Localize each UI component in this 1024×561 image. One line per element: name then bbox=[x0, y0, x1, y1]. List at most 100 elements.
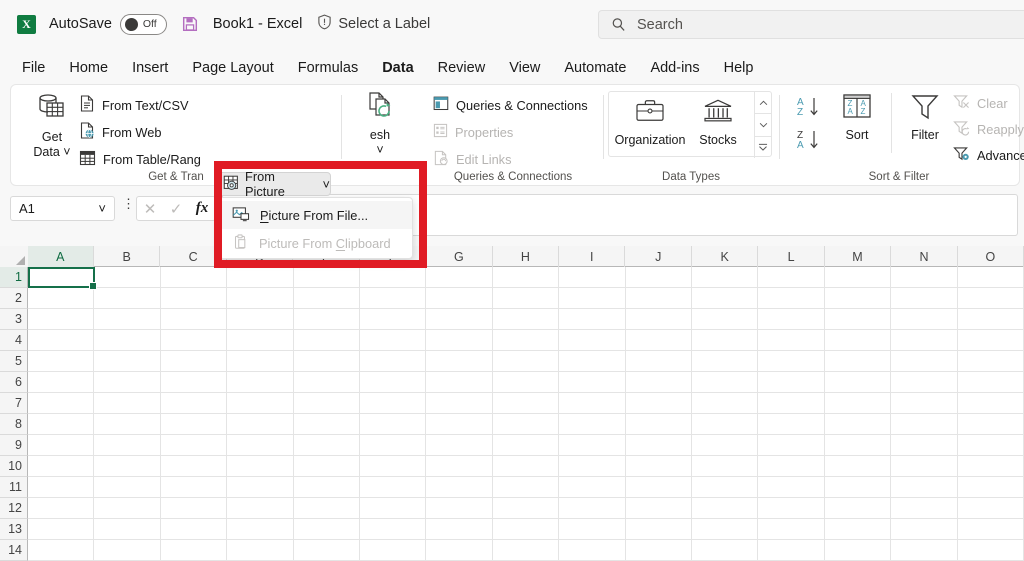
cell-M2[interactable] bbox=[824, 288, 892, 309]
cell-N14[interactable] bbox=[891, 540, 958, 561]
name-box[interactable]: A1 ˅ bbox=[10, 196, 115, 221]
cell-E14[interactable] bbox=[293, 540, 361, 561]
cell-E5[interactable] bbox=[293, 351, 361, 372]
column-header-m[interactable]: M bbox=[825, 246, 892, 267]
refresh-all-button[interactable]: esh ˅ bbox=[351, 91, 409, 158]
row-header-9[interactable]: 9 bbox=[0, 435, 28, 456]
row-header-11[interactable]: 11 bbox=[0, 477, 28, 498]
gallery-scroll-up-button[interactable] bbox=[755, 92, 771, 115]
cell-F11[interactable] bbox=[360, 477, 427, 498]
data-type-stocks[interactable]: Stocks bbox=[685, 98, 751, 147]
cell-F1[interactable] bbox=[360, 267, 427, 288]
cancel-icon[interactable]: ✕ bbox=[144, 200, 157, 218]
document-title[interactable]: Book1 - Excel bbox=[213, 16, 302, 32]
cell-L1[interactable] bbox=[758, 267, 825, 288]
cell-E4[interactable] bbox=[293, 330, 361, 351]
menu-item-picture-from-file[interactable]: Picture From File... bbox=[220, 201, 412, 229]
cell-K2[interactable] bbox=[692, 288, 759, 309]
cell-J3[interactable] bbox=[625, 309, 693, 330]
from-web-button[interactable]: From Web bbox=[79, 121, 162, 143]
cell-A7[interactable] bbox=[28, 393, 95, 414]
cell-H8[interactable] bbox=[492, 414, 560, 435]
row-header-13[interactable]: 13 bbox=[0, 519, 28, 540]
cell-M3[interactable] bbox=[824, 309, 892, 330]
cell-B12[interactable] bbox=[94, 498, 161, 519]
cell-I4[interactable] bbox=[559, 330, 626, 351]
cell-E10[interactable] bbox=[293, 456, 361, 477]
cell-K11[interactable] bbox=[692, 477, 759, 498]
gallery-more-button[interactable] bbox=[755, 137, 771, 158]
cell-I14[interactable] bbox=[559, 540, 626, 561]
cell-O9[interactable] bbox=[957, 435, 1024, 456]
cell-O5[interactable] bbox=[957, 351, 1024, 372]
cell-D14[interactable] bbox=[227, 540, 294, 561]
cell-C11[interactable] bbox=[160, 477, 228, 498]
cell-I1[interactable] bbox=[559, 267, 626, 288]
column-header-g[interactable]: G bbox=[426, 246, 493, 267]
cell-G12[interactable] bbox=[426, 498, 493, 519]
cell-J6[interactable] bbox=[625, 372, 693, 393]
cell-L7[interactable] bbox=[758, 393, 825, 414]
column-header-j[interactable]: J bbox=[625, 246, 692, 267]
cell-B6[interactable] bbox=[94, 372, 161, 393]
cell-L11[interactable] bbox=[758, 477, 825, 498]
row-header-6[interactable]: 6 bbox=[0, 372, 28, 393]
row-header-5[interactable]: 5 bbox=[0, 351, 28, 372]
cell-B13[interactable] bbox=[94, 519, 161, 540]
cell-F8[interactable] bbox=[360, 414, 427, 435]
cell-M8[interactable] bbox=[824, 414, 892, 435]
cell-F13[interactable] bbox=[360, 519, 427, 540]
cell-G14[interactable] bbox=[426, 540, 493, 561]
cell-O10[interactable] bbox=[957, 456, 1024, 477]
column-header-k[interactable]: K bbox=[692, 246, 759, 267]
row-header-14[interactable]: 14 bbox=[0, 540, 28, 561]
cell-H6[interactable] bbox=[492, 372, 560, 393]
cell-J8[interactable] bbox=[625, 414, 693, 435]
cell-C5[interactable] bbox=[160, 351, 228, 372]
cell-I9[interactable] bbox=[559, 435, 626, 456]
cell-G8[interactable] bbox=[426, 414, 493, 435]
cell-G6[interactable] bbox=[426, 372, 493, 393]
cell-L10[interactable] bbox=[758, 456, 825, 477]
cell-I10[interactable] bbox=[559, 456, 626, 477]
cell-A9[interactable] bbox=[28, 435, 95, 456]
cell-G10[interactable] bbox=[426, 456, 493, 477]
row-header-7[interactable]: 7 bbox=[0, 393, 28, 414]
cell-F10[interactable] bbox=[360, 456, 427, 477]
column-header-b[interactable]: B bbox=[94, 246, 161, 267]
cell-C9[interactable] bbox=[160, 435, 228, 456]
cell-B3[interactable] bbox=[94, 309, 161, 330]
cell-L5[interactable] bbox=[758, 351, 825, 372]
cell-M11[interactable] bbox=[824, 477, 892, 498]
row-header-8[interactable]: 8 bbox=[0, 414, 28, 435]
cell-O4[interactable] bbox=[957, 330, 1024, 351]
sensitivity-label-button[interactable]: Select a Label bbox=[317, 14, 430, 34]
tab-review[interactable]: Review bbox=[426, 58, 498, 78]
cell-M1[interactable] bbox=[824, 267, 892, 288]
cell-C13[interactable] bbox=[160, 519, 228, 540]
cell-J4[interactable] bbox=[625, 330, 693, 351]
cell-N12[interactable] bbox=[891, 498, 958, 519]
queries-and-connections-button[interactable]: Queries & Connections bbox=[433, 94, 588, 116]
cell-G4[interactable] bbox=[426, 330, 493, 351]
cell-L12[interactable] bbox=[758, 498, 825, 519]
cell-N13[interactable] bbox=[891, 519, 958, 540]
cell-I3[interactable] bbox=[559, 309, 626, 330]
tab-view[interactable]: View bbox=[497, 58, 552, 78]
cell-O12[interactable] bbox=[957, 498, 1024, 519]
clear-filter-button[interactable]: Clear bbox=[953, 92, 1008, 114]
cell-I13[interactable] bbox=[559, 519, 626, 540]
cell-K6[interactable] bbox=[692, 372, 759, 393]
reapply-filter-button[interactable]: Reapply bbox=[953, 118, 1024, 140]
cell-F4[interactable] bbox=[360, 330, 427, 351]
cell-J12[interactable] bbox=[625, 498, 693, 519]
row-header-10[interactable]: 10 bbox=[0, 456, 28, 477]
cell-C7[interactable] bbox=[160, 393, 228, 414]
cell-F14[interactable] bbox=[360, 540, 427, 561]
cell-E11[interactable] bbox=[293, 477, 361, 498]
cell-I12[interactable] bbox=[559, 498, 626, 519]
cell-D5[interactable] bbox=[227, 351, 294, 372]
cell-D8[interactable] bbox=[227, 414, 294, 435]
cell-J7[interactable] bbox=[625, 393, 693, 414]
column-header-i[interactable]: I bbox=[559, 246, 626, 267]
